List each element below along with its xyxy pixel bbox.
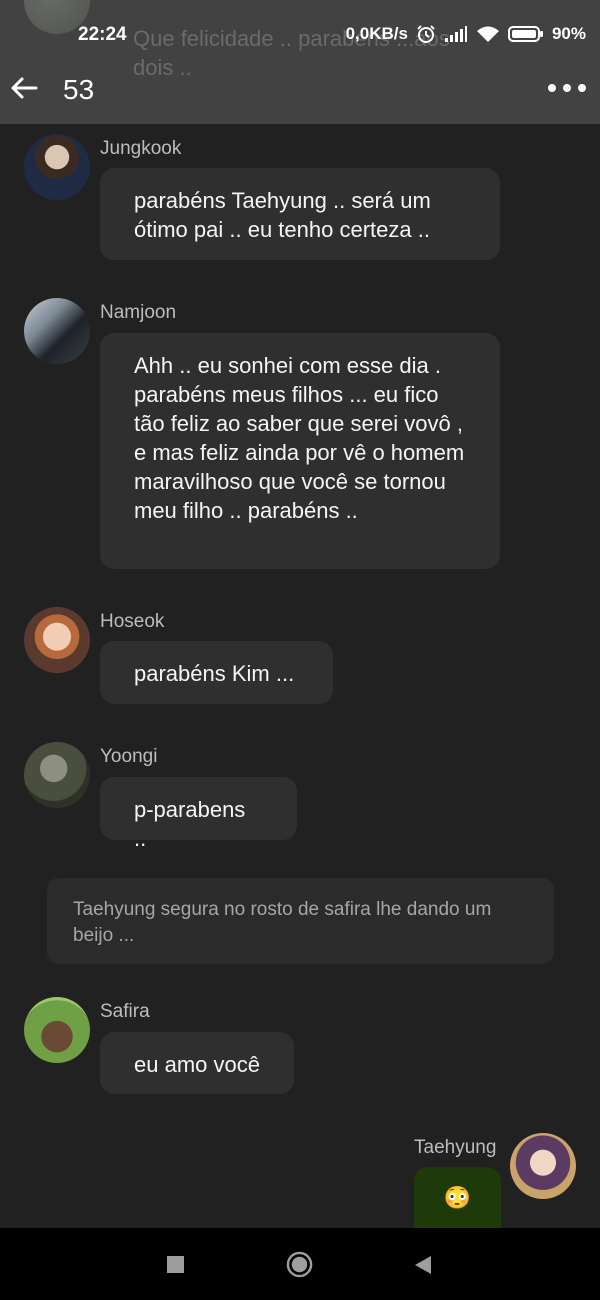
recents-square-icon[interactable] [167, 1256, 184, 1273]
sender-name: Yoongi [100, 746, 158, 767]
sender-name: Hoseok [100, 611, 165, 632]
avatar-safira[interactable] [24, 997, 90, 1063]
sender-name: Taehyung [414, 1137, 497, 1158]
top-bar: Que felicidade .. parabéns ...aos dois .… [0, 0, 600, 124]
page-title: 53 [63, 74, 95, 105]
narration-message: Taehyung segura no rosto de safira lhe d… [47, 878, 554, 964]
message-bubble[interactable]: Ahh .. eu sonhei com esse dia . parabéns… [100, 333, 500, 569]
back-arrow-icon[interactable] [8, 72, 40, 104]
avatar-namjoon[interactable] [24, 298, 90, 364]
message-bubble[interactable]: p-parabens .. [100, 777, 297, 851]
home-circle-icon[interactable] [286, 1251, 313, 1278]
signal-icon [444, 26, 467, 42]
message-bubble[interactable]: eu amo você [100, 1032, 294, 1094]
battery-percent: 90% [551, 24, 586, 43]
status-icons: 0,0KB/s 90% [346, 24, 586, 44]
message-bubble[interactable]: parabéns Kim ... [100, 641, 333, 704]
avatar-taehyung[interactable] [510, 1133, 576, 1199]
avatar-hoseok[interactable] [24, 607, 90, 673]
own-message-bubble[interactable]: 😳 [414, 1167, 501, 1228]
sender-name: Namjoon [100, 302, 177, 323]
status-time: 22:24 [78, 24, 127, 45]
avatar-yoongi[interactable] [24, 742, 90, 808]
net-speed: 0,0KB/s [345, 24, 408, 43]
more-options-icon[interactable] [548, 84, 586, 92]
message-bubble[interactable]: parabéns Taehyung .. será um ótimo pai .… [100, 168, 500, 260]
back-triangle-icon[interactable] [413, 1255, 433, 1275]
sender-name: Jungkook [100, 138, 182, 159]
wifi-icon [476, 26, 499, 42]
sender-name: Safira [100, 1001, 150, 1022]
alarm-icon [417, 25, 435, 43]
avatar-jungkook[interactable] [24, 134, 90, 200]
battery-icon [507, 26, 543, 42]
